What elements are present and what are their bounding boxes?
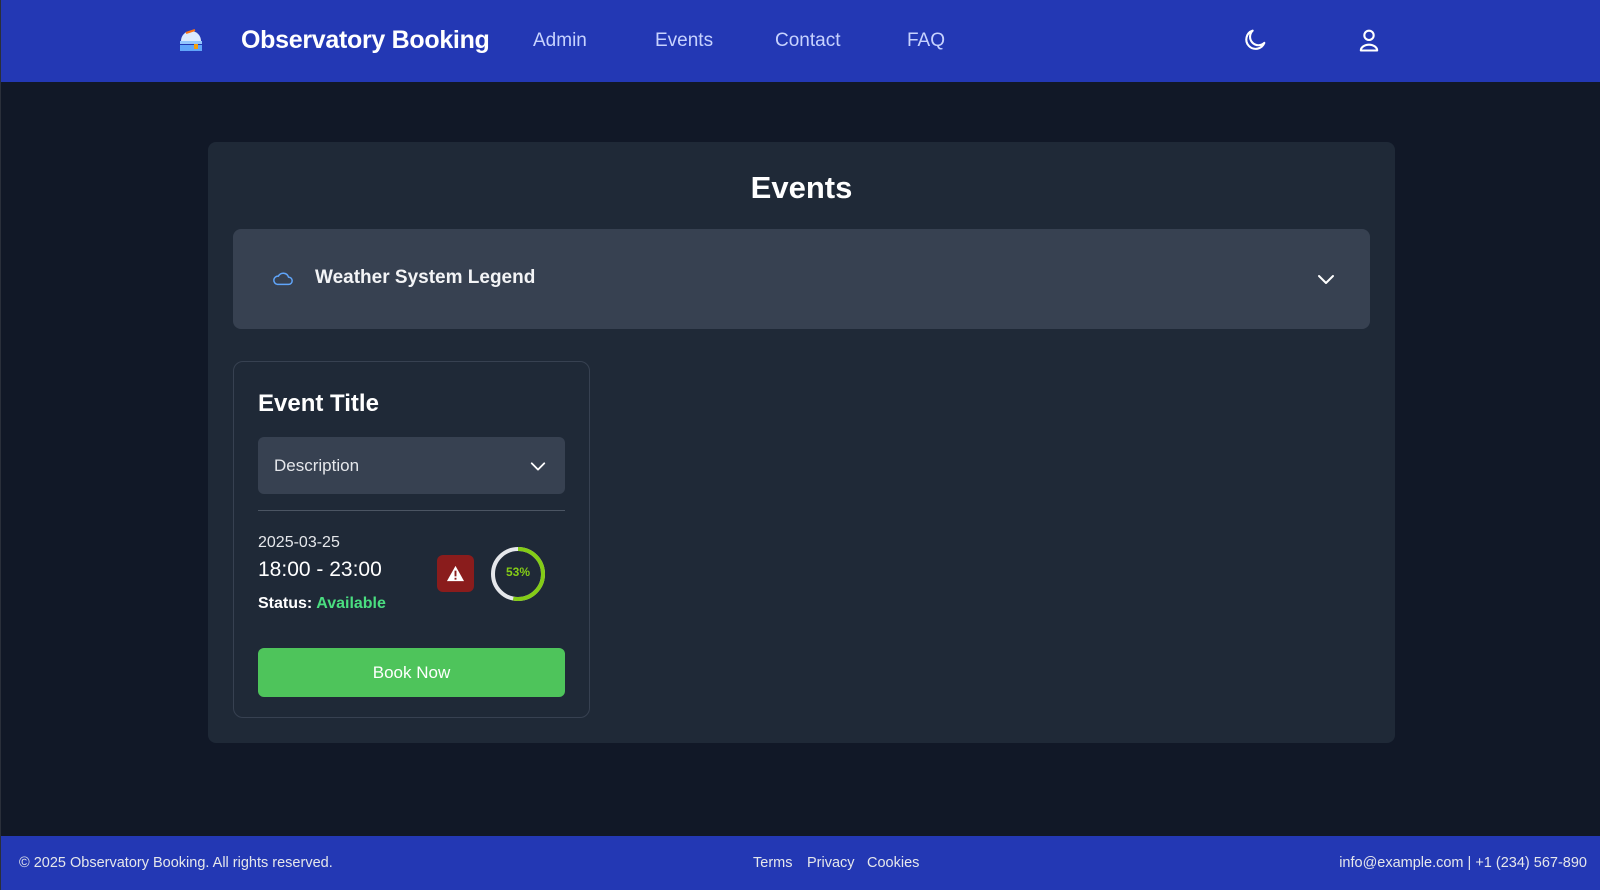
nav-faq[interactable]: FAQ	[907, 30, 945, 52]
events-panel: Events Weather System Legend Event Title…	[208, 142, 1395, 743]
moon-icon[interactable]	[1241, 26, 1269, 54]
legend-label: Weather System Legend	[315, 267, 536, 288]
brand-title[interactable]: Observatory Booking	[241, 26, 490, 55]
event-card: Event Title Description 2025-03-25 18:00…	[233, 361, 590, 718]
event-date: 2025-03-25	[258, 534, 340, 551]
footer: © 2025 Observatory Booking. All rights r…	[1, 836, 1600, 890]
book-now-button[interactable]: Book Now	[258, 648, 565, 697]
top-navbar: Observatory Booking Admin Events Contact…	[1, 0, 1600, 82]
observatory-icon	[180, 29, 202, 51]
copyright-text: © 2025 Observatory Booking. All rights r…	[19, 855, 333, 871]
footer-link-privacy[interactable]: Privacy	[807, 855, 855, 871]
nav-admin[interactable]: Admin	[533, 30, 587, 52]
nav-contact[interactable]: Contact	[775, 30, 840, 52]
warning-icon	[446, 565, 465, 582]
app-frame: Observatory Booking Admin Events Contact…	[0, 0, 1600, 890]
weather-legend-accordion[interactable]: Weather System Legend	[233, 229, 1370, 329]
chevron-down-icon[interactable]	[1316, 269, 1336, 289]
weather-warning-badge[interactable]	[437, 555, 474, 592]
footer-contact: info@example.com | +1 (234) 567-890	[1339, 855, 1587, 871]
gauge-percent-label: 53%	[505, 565, 531, 579]
nav-events[interactable]: Events	[655, 30, 713, 52]
status-label: Status:	[258, 595, 313, 612]
status-value: Available	[316, 595, 386, 612]
footer-link-cookies[interactable]: Cookies	[867, 855, 919, 871]
event-status: Status: Available	[258, 595, 386, 613]
description-dropdown[interactable]: Description	[258, 437, 565, 494]
description-label: Description	[274, 456, 360, 475]
cloud-icon	[273, 272, 293, 286]
user-icon[interactable]	[1355, 26, 1383, 54]
footer-link-terms[interactable]: Terms	[753, 855, 792, 871]
page-title: Events	[750, 170, 853, 205]
event-time: 18:00 - 23:00	[258, 558, 382, 581]
event-title: Event Title	[258, 390, 379, 417]
divider	[258, 510, 565, 511]
chevron-down-icon	[530, 462, 546, 471]
